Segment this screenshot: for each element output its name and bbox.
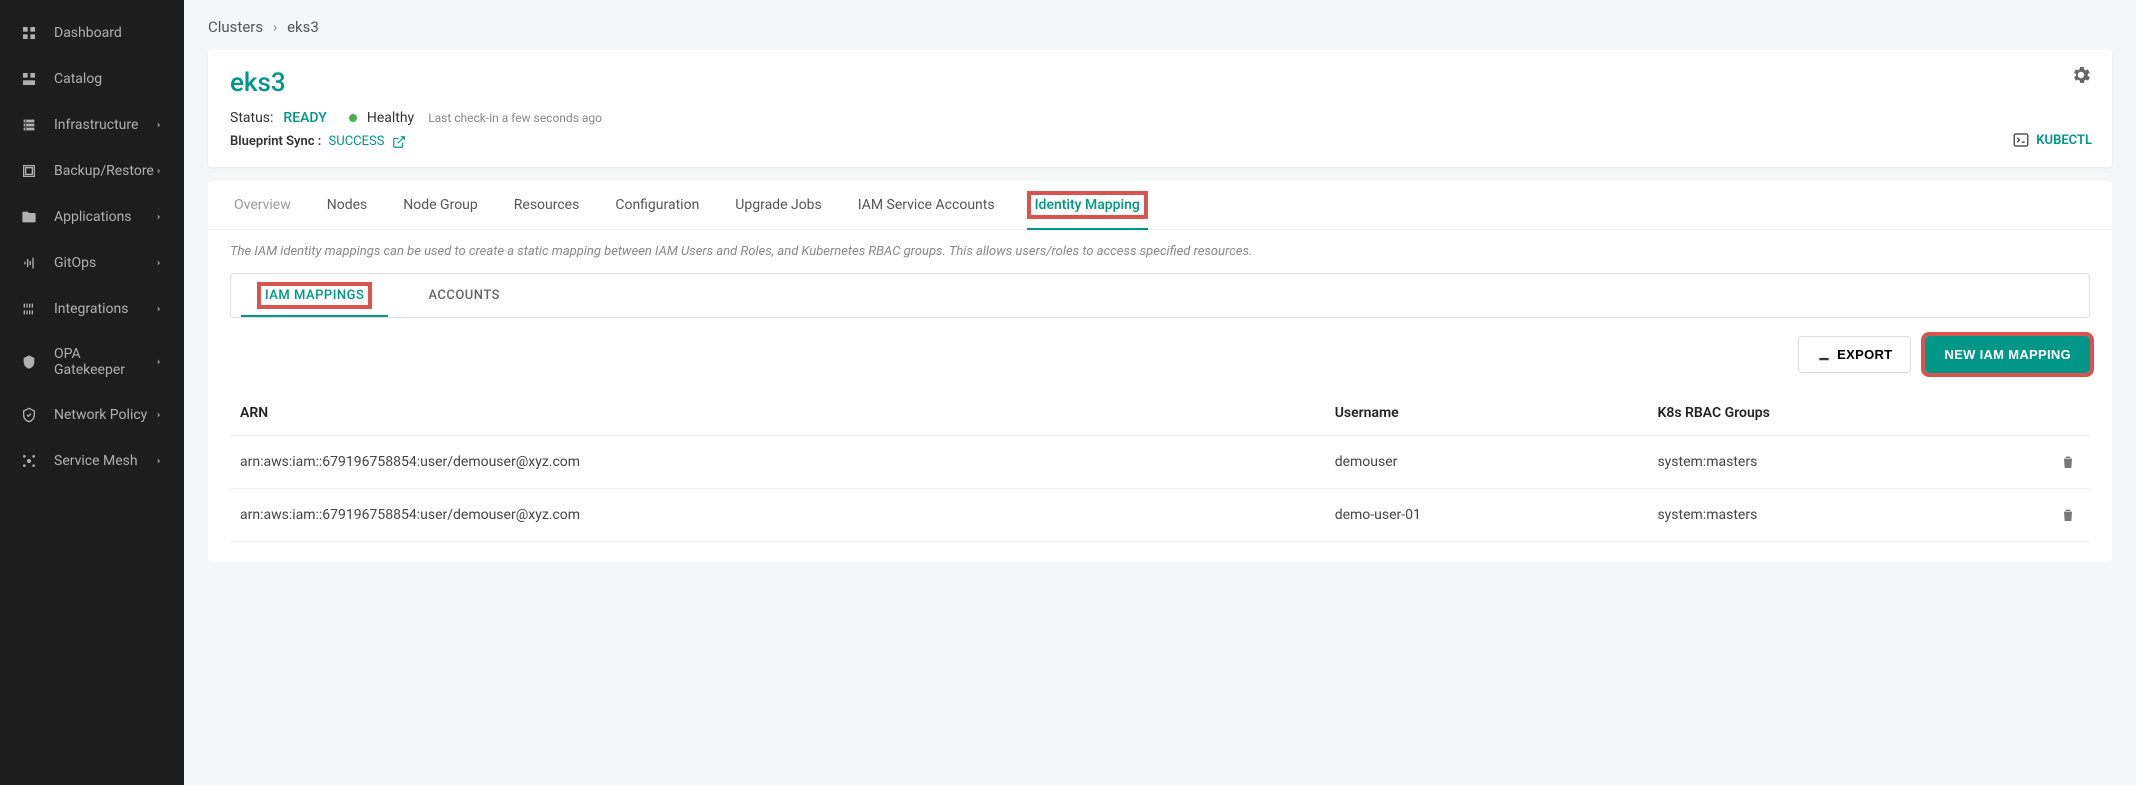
tabs-card: Overview Nodes Node Group Resources Conf… bbox=[208, 181, 2112, 562]
breadcrumb-sep: › bbox=[273, 18, 278, 36]
blueprint-label: Blueprint Sync : bbox=[230, 134, 321, 149]
table-row: arn:aws:iam::679196758854:user/demouser@… bbox=[230, 489, 2090, 542]
blueprint-value[interactable]: SUCCESS bbox=[329, 134, 385, 149]
chevron-right-icon bbox=[154, 258, 164, 268]
tab-iam-service-accounts[interactable]: IAM Service Accounts bbox=[854, 181, 999, 229]
sidebar-item-label: Catalog bbox=[54, 71, 164, 87]
subtabs: IAM MAPPINGS ACCOUNTS bbox=[230, 273, 2090, 318]
breadcrumb-root[interactable]: Clusters bbox=[208, 18, 263, 36]
sidebar-item-infrastructure[interactable]: Infrastructure bbox=[0, 102, 184, 148]
iam-mappings-table-wrap: ARN Username K8s RBAC Groups arn:aws:iam… bbox=[208, 391, 2112, 562]
cell-username: demo-user-01 bbox=[1325, 489, 1648, 542]
sidebar-item-label: Integrations bbox=[54, 301, 154, 317]
chevron-right-icon bbox=[154, 456, 164, 466]
table-row: arn:aws:iam::679196758854:user/demouser@… bbox=[230, 436, 2090, 489]
th-groups: K8s RBAC Groups bbox=[1647, 391, 2050, 436]
sidebar-item-backup-restore[interactable]: Backup/Restore bbox=[0, 148, 184, 194]
export-button[interactable]: EXPORT bbox=[1798, 336, 1911, 373]
infrastructure-icon bbox=[20, 116, 38, 134]
chevron-right-icon bbox=[154, 212, 164, 222]
tab-node-group[interactable]: Node Group bbox=[399, 181, 481, 229]
sidebar-item-network-policy[interactable]: Network Policy bbox=[0, 392, 184, 438]
checkin-text: Last check-in a few seconds ago bbox=[428, 111, 602, 125]
mesh-icon bbox=[20, 452, 38, 470]
sidebar-item-integrations[interactable]: Integrations bbox=[0, 286, 184, 332]
sidebar: Dashboard Catalog Infrastructure Backup/… bbox=[0, 0, 184, 785]
main-content: Clusters › eks3 eks3 Status: READY Healt… bbox=[184, 0, 2136, 785]
breadcrumb: Clusters › eks3 bbox=[208, 18, 2112, 36]
tab-resources[interactable]: Resources bbox=[510, 181, 584, 229]
sidebar-item-label: Network Policy bbox=[54, 407, 154, 423]
chevron-right-icon bbox=[154, 410, 164, 420]
sidebar-item-applications[interactable]: Applications bbox=[0, 194, 184, 240]
network-icon bbox=[20, 406, 38, 424]
tab-nodes[interactable]: Nodes bbox=[323, 181, 372, 229]
cell-groups: system:masters bbox=[1647, 436, 2050, 489]
dashboard-icon bbox=[20, 24, 38, 42]
chevron-right-icon bbox=[154, 304, 164, 314]
health-text: Healthy bbox=[367, 110, 414, 126]
applications-icon bbox=[20, 208, 38, 226]
kubectl-label: KUBECTL bbox=[2036, 133, 2092, 148]
breadcrumb-current: eks3 bbox=[287, 18, 319, 36]
chevron-right-icon bbox=[154, 120, 164, 130]
sidebar-item-service-mesh[interactable]: Service Mesh bbox=[0, 438, 184, 484]
cell-arn: arn:aws:iam::679196758854:user/demouser@… bbox=[230, 489, 1325, 542]
health-dot-icon bbox=[349, 114, 357, 122]
cluster-title: eks3 bbox=[230, 68, 2090, 98]
tab-identity-mapping[interactable]: Identity Mapping bbox=[1027, 181, 1148, 229]
th-actions bbox=[2050, 391, 2090, 436]
cell-groups: system:masters bbox=[1647, 489, 2050, 542]
cluster-header-card: eks3 Status: READY Healthy Last check-in… bbox=[208, 50, 2112, 167]
settings-button[interactable] bbox=[2070, 64, 2092, 86]
new-iam-mapping-button[interactable]: NEW IAM MAPPING bbox=[1925, 336, 2090, 373]
sidebar-item-label: Infrastructure bbox=[54, 117, 154, 133]
chevron-right-icon bbox=[154, 357, 164, 367]
catalog-icon bbox=[20, 70, 38, 88]
actions-row: EXPORT NEW IAM MAPPING bbox=[208, 318, 2112, 391]
status-label: Status: bbox=[230, 110, 273, 126]
status-row: Status: READY Healthy Last check-in a fe… bbox=[230, 110, 2090, 126]
sidebar-item-catalog[interactable]: Catalog bbox=[0, 56, 184, 102]
chevron-right-icon bbox=[154, 166, 164, 176]
iam-mappings-table: ARN Username K8s RBAC Groups arn:aws:iam… bbox=[230, 391, 2090, 542]
tab-overview[interactable]: Overview bbox=[230, 181, 295, 229]
backup-icon bbox=[20, 162, 38, 180]
subtabs-wrap: IAM MAPPINGS ACCOUNTS bbox=[208, 273, 2112, 318]
kubectl-button[interactable]: KUBECTL bbox=[2012, 131, 2092, 149]
sidebar-item-label: OPA Gatekeeper bbox=[54, 346, 154, 378]
subtab-accounts[interactable]: ACCOUNTS bbox=[398, 274, 530, 317]
sidebar-item-opa-gatekeeper[interactable]: OPA Gatekeeper bbox=[0, 332, 184, 392]
terminal-icon bbox=[2012, 131, 2030, 149]
sidebar-item-label: GitOps bbox=[54, 255, 154, 271]
subtab-iam-mappings[interactable]: IAM MAPPINGS bbox=[231, 274, 398, 317]
tab-configuration[interactable]: Configuration bbox=[611, 181, 703, 229]
cell-arn: arn:aws:iam::679196758854:user/demouser@… bbox=[230, 436, 1325, 489]
sidebar-item-dashboard[interactable]: Dashboard bbox=[0, 10, 184, 56]
cell-username: demouser bbox=[1325, 436, 1648, 489]
th-arn: ARN bbox=[230, 391, 1325, 436]
shield-icon bbox=[20, 353, 38, 371]
integrations-icon bbox=[20, 300, 38, 318]
delete-button[interactable] bbox=[2060, 454, 2080, 470]
tab-upgrade-jobs[interactable]: Upgrade Jobs bbox=[731, 181, 825, 229]
download-icon bbox=[1817, 348, 1831, 362]
status-value: READY bbox=[283, 110, 326, 126]
description-text: The IAM identity mappings can be used to… bbox=[208, 230, 2112, 273]
sidebar-item-label: Dashboard bbox=[54, 25, 164, 41]
th-username: Username bbox=[1325, 391, 1648, 436]
tabs-row: Overview Nodes Node Group Resources Conf… bbox=[208, 181, 2112, 230]
sidebar-item-label: Service Mesh bbox=[54, 453, 154, 469]
sidebar-item-label: Backup/Restore bbox=[54, 163, 154, 179]
external-link-icon[interactable] bbox=[392, 135, 406, 149]
blueprint-row: Blueprint Sync : SUCCESS bbox=[230, 134, 2090, 149]
sidebar-item-gitops[interactable]: GitOps bbox=[0, 240, 184, 286]
gitops-icon bbox=[20, 254, 38, 272]
sidebar-item-label: Applications bbox=[54, 209, 154, 225]
delete-button[interactable] bbox=[2060, 507, 2080, 523]
